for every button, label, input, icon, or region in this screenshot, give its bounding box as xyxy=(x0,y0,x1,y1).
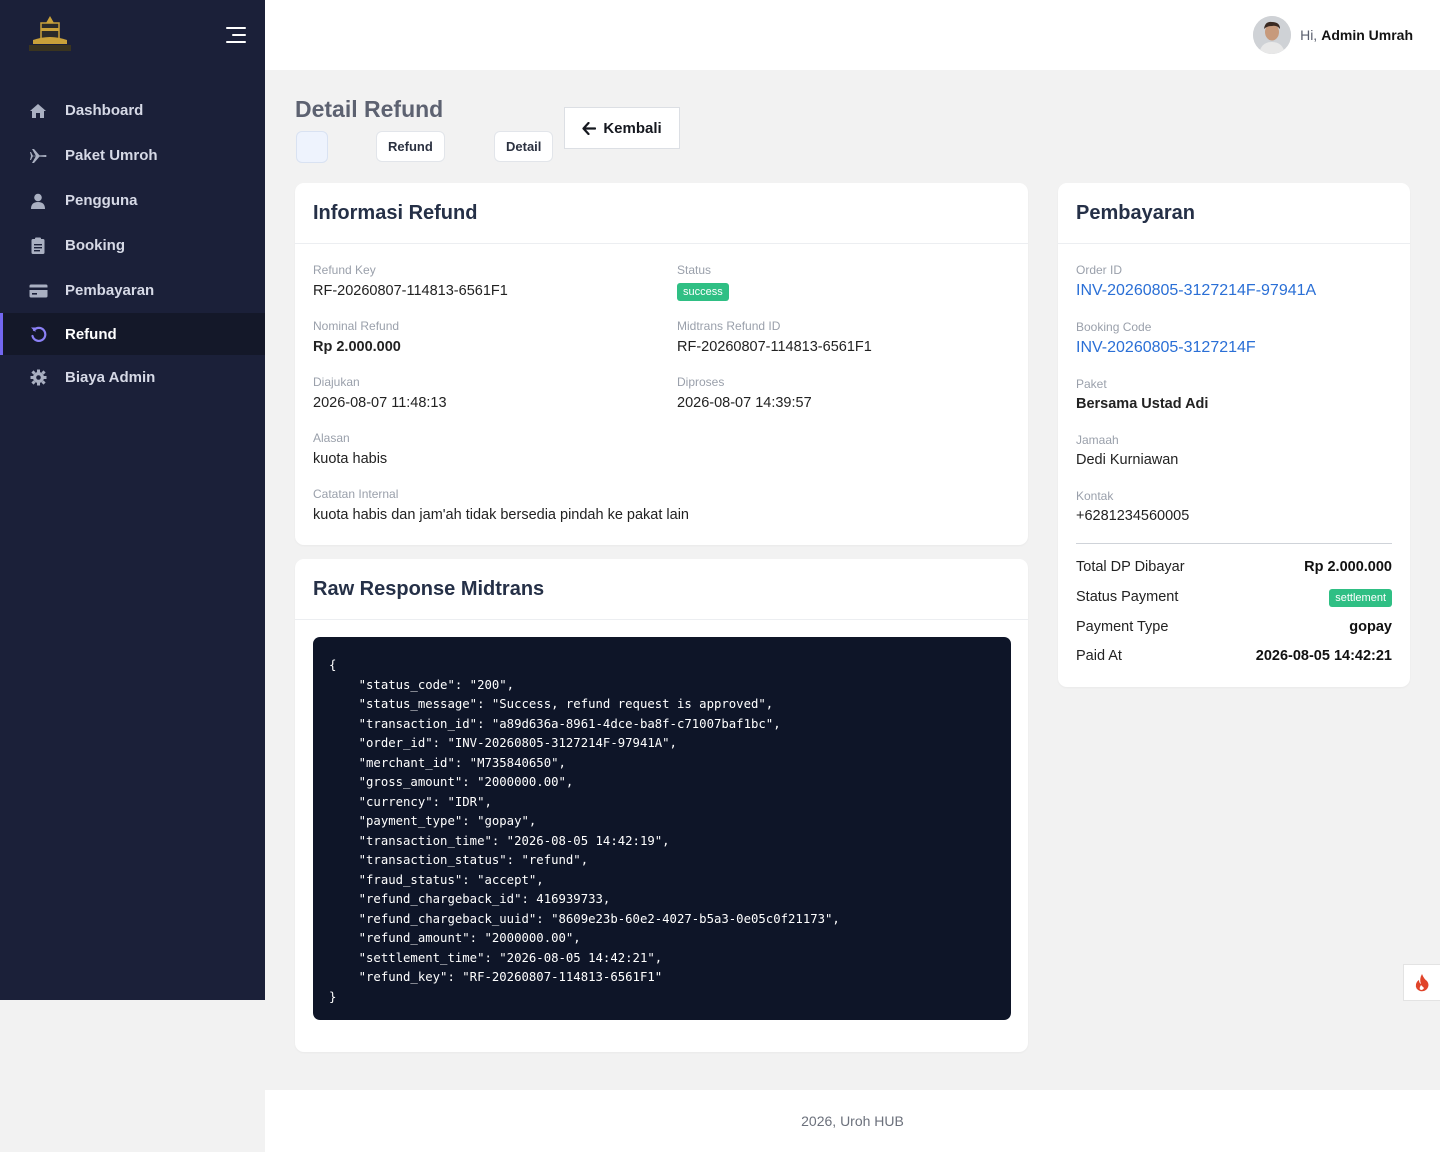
alasan-value: kuota habis xyxy=(313,451,388,467)
jamaah-label: Jamaah xyxy=(1076,433,1119,447)
user-menu[interactable]: Hi, Admin Umrah xyxy=(1253,16,1413,54)
breadcrumb-home[interactable] xyxy=(296,131,328,163)
refund-key-label: Refund Key xyxy=(313,263,376,277)
home-icon xyxy=(28,101,48,121)
topbar: Hi, Admin Umrah xyxy=(265,0,1440,70)
raw-json: { "status_code": "200", "status_message"… xyxy=(329,658,840,1004)
payment-type-label: Payment Type xyxy=(1076,619,1169,635)
order-id-link[interactable]: INV-20260805-3127214F-97941A xyxy=(1076,282,1316,300)
code-block: { "status_code": "200", "status_message"… xyxy=(313,637,1011,1020)
card-title: Pembayaran xyxy=(1058,183,1410,244)
menu-toggle-icon[interactable] xyxy=(226,27,246,43)
paket-label: Paket xyxy=(1076,377,1107,391)
total-dp-label: Total DP Dibayar xyxy=(1076,559,1185,575)
kontak-label: Kontak xyxy=(1076,489,1114,503)
catatan-value: kuota habis dan jam'ah tidak bersedia pi… xyxy=(313,507,689,523)
debug-toolbar-button[interactable] xyxy=(1403,964,1440,1001)
sidebar-nav: Dashboard Paket Umroh Pengguna Booking P… xyxy=(0,88,265,400)
username-text: Admin Umrah xyxy=(1321,27,1413,43)
arrow-left-icon xyxy=(582,121,597,135)
catatan-label: Catatan Internal xyxy=(313,487,399,501)
kontak-value: +6281234560005 xyxy=(1076,508,1190,524)
jamaah-value: Dedi Kurniawan xyxy=(1076,452,1179,468)
status-label: Status xyxy=(677,263,712,277)
paid-at-label: Paid At xyxy=(1076,648,1122,664)
status-badge: success xyxy=(677,283,729,301)
order-id-label: Order ID xyxy=(1076,263,1123,277)
midtrans-id-label: Midtrans Refund ID xyxy=(677,319,781,333)
footer-text: 2026, Uroh HUB xyxy=(801,1113,904,1129)
paket-value: Bersama Ustad Adi xyxy=(1076,396,1209,412)
payment-card: Pembayaran Order ID INV-20260805-3127214… xyxy=(1058,183,1410,687)
breadcrumb-detail[interactable]: Detail xyxy=(494,131,554,162)
refund-key-value: RF-20260807-114813-6561F1 xyxy=(313,283,508,299)
sidebar-item-label: Pengguna xyxy=(65,192,138,209)
status-payment-badge: settlement xyxy=(1329,589,1392,607)
back-button-label: Kembali xyxy=(603,119,662,137)
status-payment-label: Status Payment xyxy=(1076,589,1179,605)
alasan-label: Alasan xyxy=(313,431,350,445)
diproses-value: 2026-08-07 14:39:57 xyxy=(677,395,812,411)
footer: 2026, Uroh HUB xyxy=(265,1090,1440,1152)
back-button[interactable]: Kembali xyxy=(564,107,680,149)
diproses-label: Diproses xyxy=(677,375,725,389)
nominal-label: Nominal Refund xyxy=(313,319,400,333)
refund-info-card: Informasi Refund Refund Key RF-20260807-… xyxy=(295,183,1028,545)
gear-icon xyxy=(28,368,48,388)
sidebar-item-biaya-admin[interactable]: Biaya Admin xyxy=(0,355,265,400)
midtrans-id-value: RF-20260807-114813-6561F1 xyxy=(677,339,872,355)
card-title: Raw Response Midtrans xyxy=(295,559,1028,620)
app-logo[interactable] xyxy=(27,14,73,56)
page-title: Detail Refund xyxy=(295,96,444,122)
plane-icon xyxy=(28,146,48,166)
avatar xyxy=(1253,16,1292,54)
sidebar-item-label: Refund xyxy=(65,325,117,343)
sidebar-item-label: Paket Umroh xyxy=(65,147,158,164)
sidebar-item-booking[interactable]: Booking xyxy=(0,223,265,268)
user-icon xyxy=(28,191,48,211)
diajukan-label: Diajukan xyxy=(313,375,360,389)
sidebar-item-label: Biaya Admin xyxy=(65,369,156,386)
sidebar-item-label: Booking xyxy=(65,237,125,254)
payment-type-value: gopay xyxy=(1349,619,1392,635)
sidebar-item-paket-umroh[interactable]: Paket Umroh xyxy=(0,133,265,178)
paid-at-value: 2026-08-05 14:42:21 xyxy=(1255,648,1392,664)
total-dp-value: Rp 2.000.000 xyxy=(1304,559,1392,575)
sidebar-item-label: Pembayaran xyxy=(65,282,155,299)
greeting-text: Hi, xyxy=(1300,27,1318,43)
clipboard-icon xyxy=(28,236,48,256)
sidebar-item-pengguna[interactable]: Pengguna xyxy=(0,178,265,223)
sidebar: Dashboard Paket Umroh Pengguna Booking P… xyxy=(0,0,265,1000)
diajukan-value: 2026-08-07 11:48:13 xyxy=(313,395,447,411)
undo-icon xyxy=(28,324,48,344)
credit-card-icon xyxy=(28,281,48,301)
booking-code-link[interactable]: INV-20260805-3127214F xyxy=(1076,339,1256,357)
raw-response-card: Raw Response Midtrans { "status_code": "… xyxy=(295,559,1028,1052)
sidebar-item-label: Dashboard xyxy=(65,102,144,119)
nominal-value: Rp 2.000.000 xyxy=(313,339,401,355)
card-title: Informasi Refund xyxy=(295,183,1028,244)
breadcrumb-refund[interactable]: Refund xyxy=(376,131,445,162)
sidebar-item-pembayaran[interactable]: Pembayaran xyxy=(0,268,265,313)
sidebar-item-dashboard[interactable]: Dashboard xyxy=(0,88,265,133)
flame-icon xyxy=(1415,973,1429,991)
divider xyxy=(1076,543,1392,544)
sidebar-item-refund[interactable]: Refund xyxy=(0,313,265,355)
booking-code-label: Booking Code xyxy=(1076,320,1152,334)
